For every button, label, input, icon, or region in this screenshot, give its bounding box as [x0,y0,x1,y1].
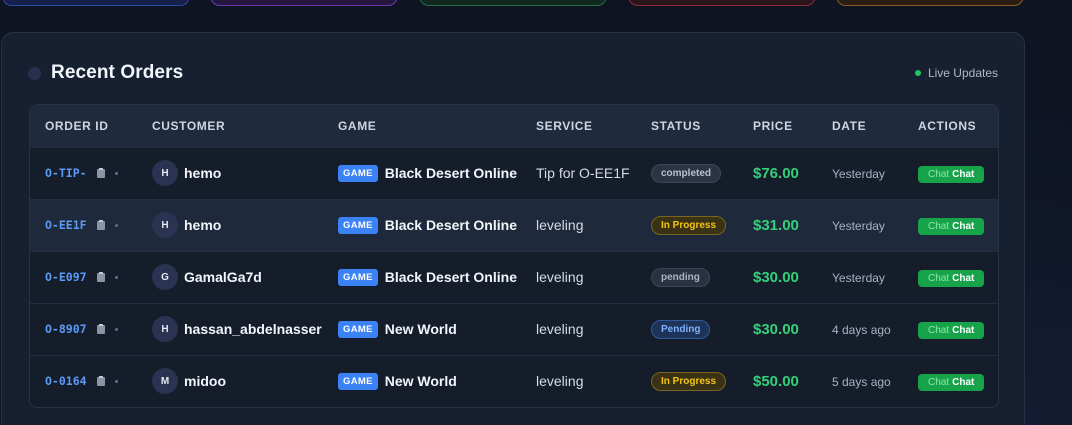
order-date: 5 days ago [832,375,891,390]
clipboard-icon[interactable] [96,168,105,178]
stat-card[interactable] [836,0,1024,6]
order-date: Yesterday [832,219,885,233]
chat-icon: Chat [928,324,950,336]
chat-button-label: Chat [952,168,975,180]
status-badge: Pending [651,320,711,339]
table-row[interactable]: O-TIP- H hemo GAME Black Desert Online T… [30,147,998,199]
recent-orders-panel: Recent Orders Live Updates ORDER ID CUST… [1,32,1025,425]
clipboard-icon[interactable] [96,220,105,230]
customer-name: hemo [184,165,222,181]
stat-card[interactable] [2,0,190,6]
chat-button[interactable]: Chat Chat [918,373,985,391]
customer-name: midoo [184,373,226,390]
stat-card[interactable] [628,0,816,6]
table-row[interactable]: O-E097 G GamalGa7d GAME Black Desert Onl… [30,251,998,303]
chat-button-label: Chat [952,376,975,388]
service-name: leveling [536,269,584,285]
column-header-date: DATE [832,118,867,133]
dot-icon [114,171,118,175]
column-header-order-id: ORDER ID [45,118,109,133]
order-id-link[interactable]: O-8907 [45,322,87,336]
price-value: $50.00 [753,372,799,390]
game-name: Black Desert Online [384,217,517,233]
chat-icon: Chat [928,376,950,388]
customer-name: hassan_abdelnasser [184,321,322,337]
table-header-row: ORDER ID CUSTOMER GAME SERVICE STATUS PR… [30,105,998,147]
order-id-link[interactable]: O-TIP- [45,166,87,180]
order-id-link[interactable]: O-0164 [45,374,87,388]
dot-icon [114,223,118,227]
game-name: New World [384,373,457,390]
stat-cards-row [0,0,1072,8]
order-date: Yesterday [832,271,885,285]
chat-button-label: Chat [952,324,975,336]
price-value: $76.00 [753,164,799,182]
column-header-service: SERVICE [536,118,593,133]
column-header-customer: CUSTOMER [152,118,226,133]
orders-table: ORDER ID CUSTOMER GAME SERVICE STATUS PR… [29,104,999,408]
clipboard-icon[interactable] [96,376,105,387]
price-value: $30.00 [753,268,799,286]
game-name: Black Desert Online [384,165,517,181]
table-row[interactable]: O-8907 H hassan_abdelnasser GAME New Wor… [30,303,998,355]
chat-button[interactable]: Chat Chat [918,269,985,287]
customer-name: hemo [184,217,222,233]
avatar: M [152,368,178,395]
chat-button[interactable]: Chat Chat [918,321,985,339]
dot-icon [114,275,118,279]
column-header-price: PRICE [753,118,793,133]
live-updates-label: Live Updates [927,66,998,80]
clipboard-icon[interactable] [96,324,105,334]
dot-icon [114,327,118,331]
customer-name: GamalGa7d [184,269,262,285]
dot-icon [114,379,118,383]
panel-title: Recent Orders [51,62,184,83]
game-tag: GAME [338,164,378,182]
status-badge: completed [651,164,722,183]
service-name: leveling [536,321,584,337]
avatar: G [152,264,178,290]
price-value: $31.00 [753,216,799,234]
order-id-link[interactable]: O-EE1F [45,218,87,232]
service-name: leveling [536,373,584,390]
table-row[interactable]: O-EE1F H hemo GAME Black Desert Online l… [30,199,998,251]
stat-card[interactable] [419,0,607,6]
column-header-status: STATUS [651,118,701,133]
service-name: Tip for O-EE1F [536,165,630,181]
chat-button[interactable]: Chat Chat [918,165,985,183]
avatar: H [152,316,178,342]
status-badge: In Progress [651,372,727,392]
price-value: $30.00 [753,320,799,338]
chat-icon: Chat [928,220,950,232]
game-tag: GAME [338,268,378,286]
service-name: leveling [536,217,584,233]
status-badge: In Progress [651,216,727,235]
game-name: Black Desert Online [384,269,517,285]
order-date: 4 days ago [832,323,891,337]
column-header-actions: ACTIONS [918,118,977,133]
live-updates-indicator: Live Updates [914,66,998,80]
game-tag: GAME [338,372,378,390]
game-tag: GAME [338,216,378,234]
live-dot-icon [914,70,921,76]
column-header-game: GAME [338,118,377,133]
chat-icon: Chat [928,168,950,180]
panel-header: Recent Orders Live Updates [28,59,998,87]
game-name: New World [384,321,457,337]
order-id-link[interactable]: O-E097 [45,270,87,284]
clipboard-icon[interactable] [96,272,105,282]
status-badge: pending [651,268,710,287]
chat-icon: Chat [928,272,950,284]
chat-button[interactable]: Chat Chat [918,217,985,235]
game-tag: GAME [338,320,378,338]
order-date: Yesterday [832,167,885,181]
table-row[interactable]: O-0164 M midoo GAME New World leveling I… [30,355,998,407]
circle-icon [28,66,41,80]
avatar: H [152,212,178,238]
chat-button-label: Chat [952,220,975,232]
stat-card[interactable] [210,0,398,6]
avatar: H [152,160,178,186]
chat-button-label: Chat [952,272,975,284]
